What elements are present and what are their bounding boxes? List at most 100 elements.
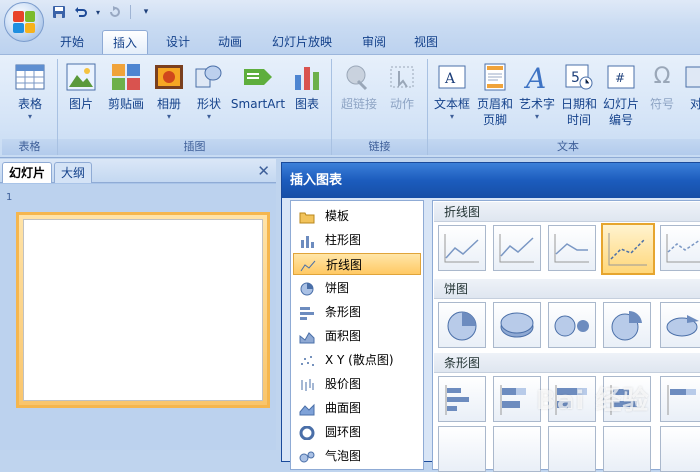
bubble-chart-icon — [299, 449, 315, 463]
table-button[interactable]: 表格 ▾ — [10, 61, 50, 122]
chart-type-area[interactable]: 面积图 — [293, 325, 421, 347]
chart-type-bubble[interactable]: 气泡图 — [293, 445, 421, 467]
clipart-icon — [110, 61, 142, 93]
column-chart-icon — [299, 233, 315, 248]
chart-type-list: 模板 柱形图 折线图 饼图 条形图 面积图 X Y (散点图) 股价图 曲面图 … — [290, 200, 424, 470]
undo-icon[interactable] — [72, 4, 90, 20]
textbox-button[interactable]: A 文本框 ▾ — [432, 61, 472, 122]
chart-type-line[interactable]: 折线图 — [293, 253, 421, 275]
wordart-icon: A — [521, 61, 553, 93]
symbol-button[interactable]: Ω 符号 — [642, 61, 682, 112]
section-pie: 饼图 — [434, 279, 700, 299]
stacked-cone-bar-chart-thumb[interactable] — [603, 426, 651, 472]
area-chart-icon — [299, 329, 315, 344]
pie-chart-icon — [299, 281, 315, 296]
chart-type-surface[interactable]: 曲面图 — [293, 397, 421, 419]
header-footer-button[interactable]: 页眉和页脚 — [474, 61, 516, 128]
stacked-line-chart-thumb[interactable] — [493, 225, 541, 271]
object-button[interactable]: 对 — [684, 61, 700, 112]
slide-number-button[interactable]: # 幻灯片编号 — [600, 61, 642, 128]
smartart-button[interactable]: SmartArt — [228, 61, 288, 112]
stacked-bar-chart-thumb[interactable] — [493, 376, 541, 422]
title-bar: ▾ ▾ — [0, 0, 700, 26]
surface-chart-icon — [299, 401, 315, 416]
group-illustrations: 图片 剪贴画 相册 ▾ 形状 ▾ SmartArt 图表 插图 — [58, 59, 332, 155]
cone-bar-chart-thumb[interactable] — [548, 426, 596, 472]
chart-type-template[interactable]: 模板 — [293, 205, 421, 227]
textbox-button-label: 文本框 — [433, 97, 470, 111]
hyperlink-button[interactable]: 超链接 — [336, 61, 382, 112]
chart-type-pie[interactable]: 饼图 — [293, 277, 421, 299]
chart-type-label: 条形图 — [325, 305, 362, 319]
photo-album-button-label: 相册 — [156, 97, 181, 111]
photo-album-icon — [153, 61, 185, 93]
clustered-bar-chart-thumb[interactable] — [438, 376, 486, 422]
chart-button[interactable]: 图表 — [288, 61, 326, 112]
chart-type-label: 饼图 — [325, 281, 350, 295]
tab-view[interactable]: 视图 — [404, 30, 448, 54]
pyramid-bar-chart-thumb[interactable] — [660, 426, 700, 472]
line-chart-thumb[interactable] — [438, 225, 486, 271]
tab-insert[interactable]: 插入 — [102, 30, 148, 54]
office-button[interactable] — [4, 2, 44, 42]
chart-type-scatter[interactable]: X Y (散点图) — [293, 349, 421, 371]
clipart-button[interactable]: 剪贴画 — [102, 61, 150, 112]
group-text: A 文本框 ▾ 页眉和页脚 A 艺术字 ▾ 5 日期和时间 # 幻灯片编号 Ω … — [428, 59, 700, 155]
line-markers-chart-thumb[interactable] — [601, 223, 655, 275]
section-line: 折线图 — [434, 202, 700, 222]
chart-type-bar[interactable]: 条形图 — [293, 301, 421, 323]
action-button-label: 动作 — [389, 97, 414, 111]
pie-of-pie-chart-thumb[interactable] — [548, 302, 596, 348]
header-footer-icon — [479, 61, 511, 93]
pie-3d-chart-thumb[interactable] — [493, 302, 541, 348]
bar-chart-icon — [299, 305, 315, 320]
svg-text:A: A — [444, 71, 456, 87]
tab-home[interactable]: 开始 — [50, 30, 94, 54]
clipart-button-label: 剪贴画 — [107, 97, 144, 111]
stacked-bar-3d-chart-thumb[interactable] — [660, 376, 700, 422]
chart-type-stock[interactable]: 股价图 — [293, 373, 421, 395]
chart-type-doughnut[interactable]: 圆环图 — [293, 421, 421, 443]
tab-review[interactable]: 审阅 — [352, 30, 396, 54]
doughnut-chart-icon — [299, 425, 315, 441]
date-time-button[interactable]: 5 日期和时间 — [558, 61, 600, 128]
tab-slideshow[interactable]: 幻灯片放映 — [262, 30, 342, 54]
tab-outline[interactable]: 大纲 — [54, 162, 93, 183]
watermark: Bai 经验 — [536, 386, 650, 416]
tab-animation[interactable]: 动画 — [208, 30, 252, 54]
textbox-icon: A — [436, 61, 468, 93]
tab-slides[interactable]: 幻灯片 — [2, 162, 53, 183]
group-table: 表格 ▾ 表格 — [2, 59, 58, 155]
exploded-pie-3d-chart-thumb[interactable] — [660, 302, 700, 348]
photo-album-button[interactable]: 相册 ▾ — [150, 61, 188, 122]
stacked-cylinder-bar-chart-thumb[interactable] — [493, 426, 541, 472]
redo-icon[interactable] — [106, 4, 124, 20]
slide-thumbnail[interactable] — [16, 212, 270, 408]
close-icon[interactable]: ✕ — [257, 162, 270, 180]
chevron-down-icon: ▾ — [534, 112, 539, 121]
section-bar: 条形图 — [434, 353, 700, 373]
header-footer-button-label: 页眉和页脚 — [476, 97, 513, 127]
tab-design[interactable]: 设计 — [156, 30, 200, 54]
wordart-button[interactable]: A 艺术字 ▾ — [516, 61, 558, 122]
chevron-down-icon: ▾ — [27, 112, 32, 121]
chart-type-column[interactable]: 柱形图 — [293, 229, 421, 251]
cylinder-bar-chart-thumb[interactable] — [438, 426, 486, 472]
percent-line-chart-thumb[interactable] — [548, 225, 596, 271]
action-button[interactable]: 动作 — [382, 61, 422, 112]
chevron-down-icon: ▾ — [449, 112, 454, 121]
customize-qat-icon[interactable]: ▾ — [137, 4, 155, 20]
pie-chart-thumb[interactable] — [438, 302, 486, 348]
picture-button-label: 图片 — [68, 97, 93, 111]
shapes-button[interactable]: 形状 ▾ — [190, 61, 228, 122]
save-icon[interactable] — [50, 4, 68, 20]
picture-button[interactable]: 图片 — [62, 61, 100, 112]
group-label-table: 表格 — [2, 139, 57, 155]
stacked-line-markers-chart-thumb[interactable] — [660, 225, 700, 271]
stock-chart-icon — [299, 377, 315, 391]
dialog-title: 插入图表 — [282, 163, 700, 198]
group-links: 超链接 动作 链接 — [332, 59, 428, 155]
exploded-pie-chart-thumb[interactable] — [603, 302, 651, 348]
chart-button-label: 图表 — [294, 97, 319, 111]
undo-dropdown-icon[interactable]: ▾ — [94, 4, 102, 20]
